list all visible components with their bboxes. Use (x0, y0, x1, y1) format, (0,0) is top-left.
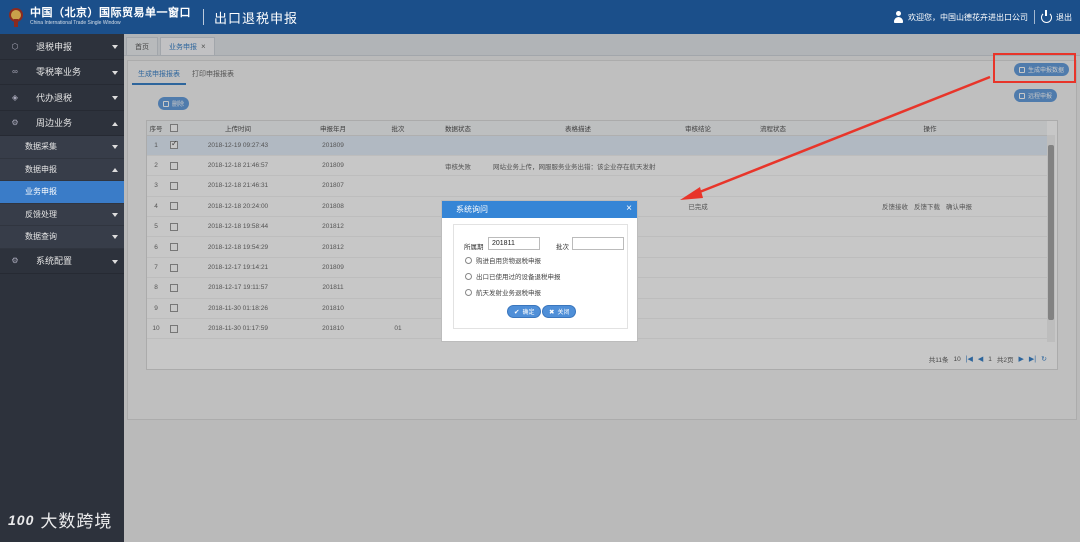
annotation-arrow (680, 75, 991, 200)
